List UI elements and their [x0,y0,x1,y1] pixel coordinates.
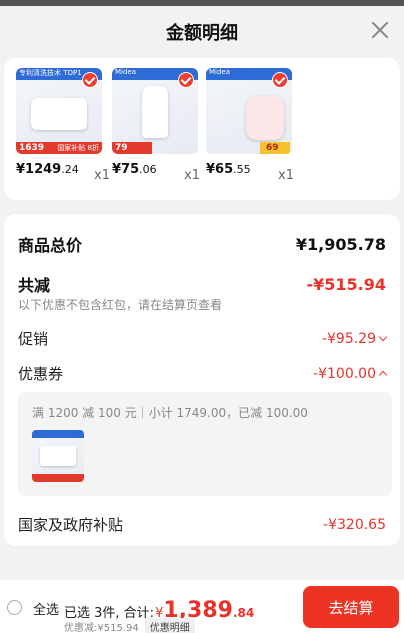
close-icon[interactable] [368,18,392,42]
coupon-row[interactable]: 优惠券 -¥100.00 [18,363,388,384]
subsidy-row: 国家及政府补贴 -¥320.65 [18,514,386,535]
check-icon[interactable] [82,72,98,88]
product-item[interactable]: Midea 69 ¥ 65 .55 [206,68,296,177]
sheet-header: 金额明细 [0,6,404,58]
product-image: 专利清洗技术 TOP1 1639 国家补贴 8折 [16,68,102,154]
product-image-price: 79 [115,143,128,153]
summary-card: 商品总价 ¥1,905.78 共减 -¥515.94 以下优惠不包含红包，请在结… [4,214,400,546]
water-heater-graphic [31,98,87,130]
products-card: 专利清洗技术 TOP1 1639 国家补贴 8折 ¥ 1249 .24 x1 M… [4,58,400,200]
coupon-label: 优惠券 [18,365,64,383]
select-all-label[interactable]: 全选 [33,599,59,618]
select-all-radio[interactable] [7,600,22,615]
sheet-title: 金额明细 [166,23,238,44]
coupon-product-image [32,430,84,482]
product-qty: x1 [184,168,200,183]
product-price: ¥ 1249 .24 [16,162,79,177]
product-image-badge: 国家补贴 8折 [57,144,99,152]
reduce-label: 共减 [18,276,51,295]
subsidy-label: 国家及政府补贴 [18,516,124,534]
discount-text: 优惠减:¥515.94 [64,623,139,633]
reduce-row: 共减 -¥515.94 [18,272,386,296]
total-value: ¥1,905.78 [295,234,386,254]
discount-detail-link[interactable]: 优惠明细 [144,618,195,633]
blender-graphic [142,86,168,138]
product-item[interactable]: Midea 79 ¥ 75 .06 [112,68,202,177]
product-image-label: Midea [209,68,231,76]
reduce-note: 以下优惠不包含红包，请在结算页查看 [18,298,223,312]
reduce-value: -¥515.94 [306,274,386,294]
product-qty: x1 [278,168,294,183]
chevron-down-icon [378,332,388,342]
product-image-label: 专利清洗技术 TOP1 [19,69,82,77]
coupon-detail-text: 满 1200 减 100 元｜小计 1749.00，已减 100.00 [32,406,308,420]
total-label: 商品总价 [18,236,83,255]
product-item[interactable]: 专利清洗技术 TOP1 1639 国家补贴 8折 ¥ 1249 .24 [16,68,106,177]
promo-value: -¥95.29 [322,331,388,347]
product-image-price: 69 [266,143,279,153]
product-image: Midea 69 [206,68,292,154]
discount-line: 优惠减:¥515.94 优惠明细 [64,618,195,633]
subsidy-value: -¥320.65 [323,516,386,533]
coupon-detail-box: 满 1200 减 100 元｜小计 1749.00，已减 100.00 [18,392,392,496]
product-image-label: Midea [115,68,137,76]
promo-row[interactable]: 促销 -¥95.29 [18,328,388,349]
product-image: Midea 79 [112,68,198,154]
product-image-price: 1639 [19,143,45,153]
chopper-graphic [246,96,284,140]
coupon-value: -¥100.00 [313,366,388,382]
total-row: 商品总价 ¥1,905.78 [18,232,386,256]
check-icon[interactable] [272,72,288,88]
product-qty: x1 [94,168,110,183]
check-icon[interactable] [178,72,194,88]
checkout-bar: 全选 已选 3件, 合计: ¥ 1,389 .84 优惠减:¥515.94 优惠… [0,580,404,633]
promo-label: 促销 [18,330,49,348]
checkout-button[interactable]: 去结算 [303,586,399,628]
chevron-up-icon [378,370,388,380]
